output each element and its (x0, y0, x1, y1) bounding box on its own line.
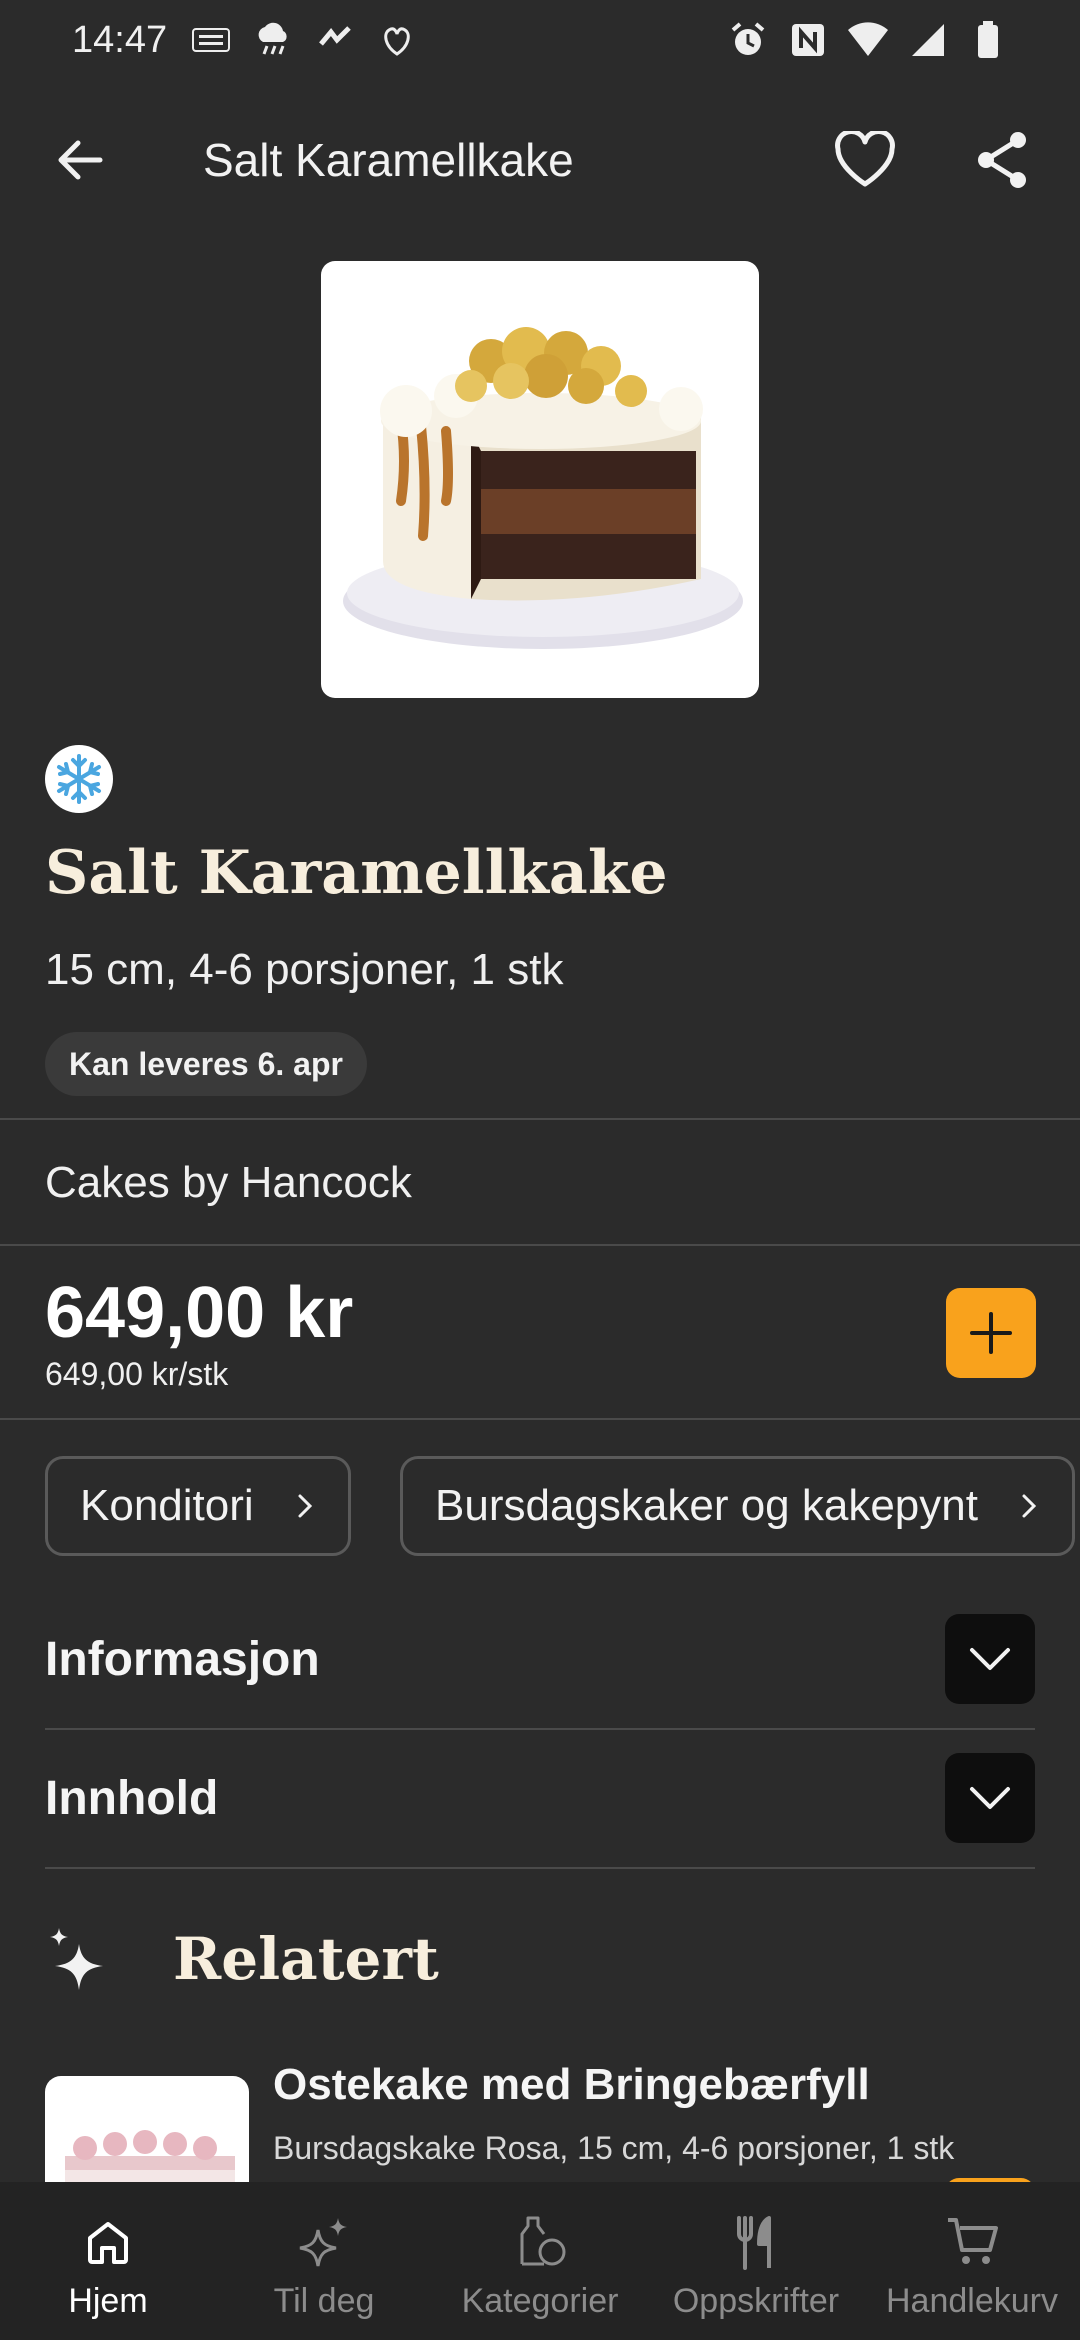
category-chip-label: Bursdagskaker og kakepynt (435, 1481, 978, 1530)
divider (0, 1418, 1080, 1420)
expand-button[interactable] (945, 1753, 1035, 1843)
nav-item-oppskrifter[interactable]: Oppskrifter (648, 2182, 864, 2340)
accordion-title: Innhold (45, 1771, 219, 1825)
chevron-right-icon (1018, 1491, 1040, 1521)
nav-item-handlekurv[interactable]: Handlekurv (864, 2182, 1080, 2340)
cake-illustration (343, 327, 743, 649)
related-product-description: Bursdagskake Rosa, 15 cm, 4-6 porsjoner,… (273, 2130, 955, 2166)
related-title: Relatert (173, 1925, 439, 1993)
status-left-icons (191, 20, 417, 60)
status-right-icons (728, 20, 1008, 60)
categories-icon (510, 2212, 570, 2272)
related-product-name: Ostekake med Bringebærfyll (273, 2060, 870, 2109)
product-price: 649,00 kr (45, 1273, 354, 1353)
category-chip-konditori[interactable]: Konditori (45, 1456, 351, 1556)
category-chip-label: Konditori (80, 1481, 254, 1530)
nav-label: Oppskrifter (672, 2282, 840, 2320)
nav-item-til-deg[interactable]: Til deg (216, 2182, 432, 2340)
home-icon (78, 2212, 138, 2272)
expand-button[interactable] (945, 1614, 1035, 1704)
related-header (45, 1910, 109, 2010)
app2-icon (377, 20, 417, 60)
snowflake-icon (57, 754, 101, 804)
accordion-title: Informasjon (45, 1632, 320, 1686)
favorite-button[interactable] (825, 120, 905, 200)
chevron-down-icon (970, 1648, 1010, 1670)
cutlery-icon (726, 2212, 786, 2272)
battery-icon (968, 20, 1008, 60)
delivery-badge: Kan leveres 6. apr (45, 1032, 367, 1096)
divider (0, 1118, 1080, 1120)
vendor-name[interactable]: Cakes by Hancock (45, 1158, 412, 1208)
nav-label: Hjem (68, 2282, 148, 2320)
nav-label: Kategorier (461, 2282, 619, 2320)
cart-icon (942, 2212, 1002, 2272)
arrow-left-icon (58, 140, 103, 180)
share-button[interactable] (962, 120, 1042, 200)
product-subtitle: 15 cm, 4-6 porsjoner, 1 stk (45, 945, 564, 994)
unit-price: 649,00 kr/stk (45, 1356, 229, 1392)
wifi-icon (848, 20, 888, 60)
chevron-right-icon (294, 1491, 316, 1521)
product-title: Salt Karamellkake (45, 838, 668, 908)
back-button[interactable] (40, 120, 120, 200)
temu-icon (191, 20, 231, 60)
top-app-bar: Salt Karamellkake (0, 110, 1080, 210)
category-chip-bursdagskaker[interactable]: Bursdagskaker og kakepynt (400, 1456, 1075, 1556)
sparkle-icon (294, 2212, 354, 2272)
page-title: Salt Karamellkake (203, 134, 574, 186)
divider (0, 1244, 1080, 1246)
divider (45, 1867, 1035, 1869)
app-icon (315, 20, 355, 60)
nav-item-hjem[interactable]: Hjem (0, 2182, 216, 2340)
nav-label: Til deg (273, 2282, 375, 2320)
weather-icon (253, 20, 293, 60)
nfc-icon (788, 20, 828, 60)
nav-item-kategorier[interactable]: Kategorier (432, 2182, 648, 2340)
product-image (321, 261, 759, 698)
add-to-cart-button[interactable] (946, 1288, 1036, 1378)
nav-label: Handlekurv (886, 2282, 1058, 2320)
accordion-innhold[interactable]: Innhold (45, 1729, 1035, 1867)
signal-icon (908, 20, 948, 60)
heart-icon (835, 131, 895, 187)
frozen-badge (45, 745, 113, 813)
alarm-icon (728, 20, 768, 60)
bottom-navigation: Hjem Til deg Kategorier Oppskrifter Hand… (0, 2182, 1080, 2340)
chevron-down-icon (970, 1787, 1010, 1809)
sparkle-icon (50, 1928, 103, 1990)
accordion-informasjon[interactable]: Informasjon (45, 1590, 1035, 1728)
status-time: 14:47 (72, 18, 168, 61)
share-icon (978, 132, 1026, 188)
plus-icon (970, 1312, 1012, 1354)
status-bar: 14:47 (0, 0, 1080, 80)
